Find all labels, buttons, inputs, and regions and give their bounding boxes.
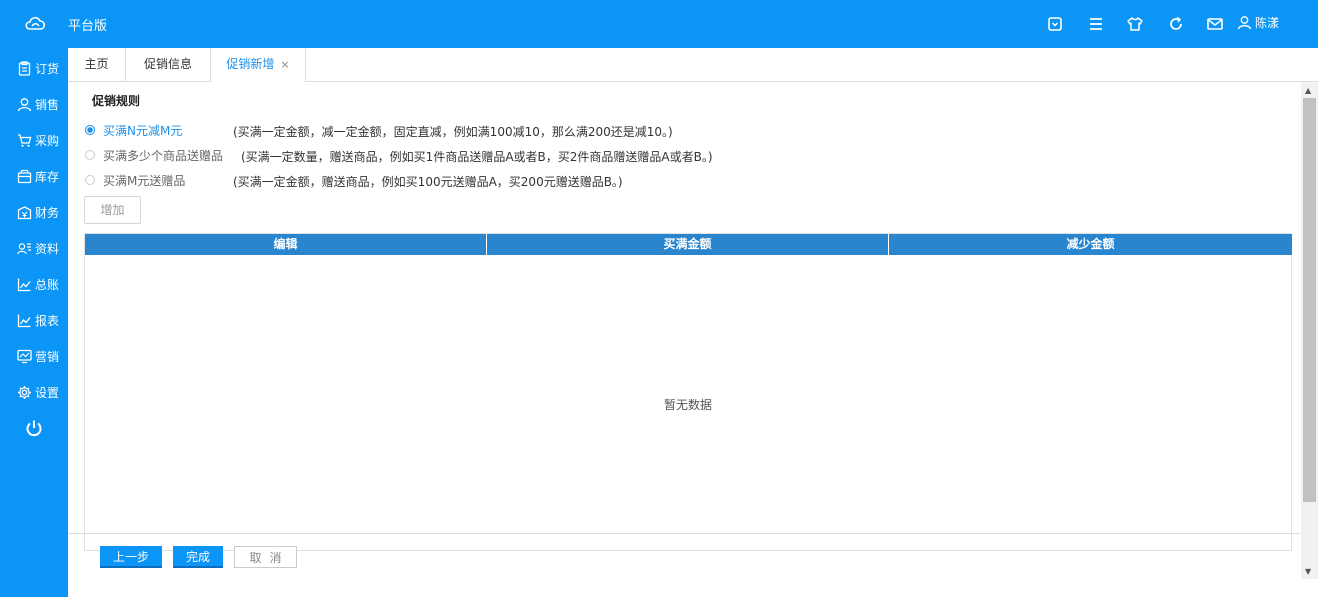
sidebar-item-label: 总账 [35,277,60,292]
sidebar-item-order[interactable]: 订货 [17,58,59,78]
report-chart-icon [17,314,31,327]
sidebar-item-label: 订货 [35,61,60,76]
gear-icon [18,385,31,399]
column-header[interactable]: 买满金额 [487,234,889,255]
scroll-down-icon[interactable]: ▼ [1305,567,1311,576]
ledger-chart-icon [17,278,31,291]
option-label: 买满M元送赠品 [103,173,186,188]
user-menu[interactable]: 陈漾 [1237,14,1279,31]
sidebar-item-label: 财务 [35,205,60,220]
section-title: 促销规则 [92,94,141,108]
prev-step-button[interactable]: 上一步 [100,546,162,568]
radio-button[interactable] [85,125,95,135]
order-doc-icon [18,60,31,76]
cloud-logo-icon [25,16,46,30]
sidebar-item-label: 营销 [35,349,60,364]
brand-title: 平台版 [68,19,108,34]
dropdown-box-icon[interactable] [1046,15,1064,33]
tab-promo-new[interactable]: 促销新增 × [211,48,306,82]
sidebar-item-settings[interactable]: 设置 [17,382,59,402]
sidebar-item-profile[interactable]: 资料 [17,238,59,258]
scroll-thumb[interactable] [1303,98,1316,502]
sidebar-item-label: 报表 [35,313,60,328]
radio-button[interactable] [85,150,95,160]
user-icon [1237,16,1252,30]
option-description: (买满一定金额，赠送商品，例如买100元送赠品A，买200元赠送赠品B。) [233,175,623,189]
sidebar-item-sales[interactable]: 销售 [17,94,59,114]
tab-home[interactable]: 主页 [68,48,126,81]
tab-label: 主页 [84,57,109,71]
sidebar-item-label: 设置 [35,385,60,400]
tab-label: 促销新增 [226,57,275,71]
profile-card-icon [17,242,31,254]
mail-icon[interactable] [1206,15,1224,33]
column-header[interactable]: 减少金额 [889,234,1292,255]
tab-label: 促销信息 [143,57,192,71]
sidebar-item-finance[interactable]: 财务 [17,202,59,222]
rules-table: 编辑 买满金额 减少金额 暂无数据 [84,233,1292,551]
promo-option-3[interactable]: 买满M元送赠品 [85,171,185,189]
cart-icon [18,133,32,147]
finish-button[interactable]: 完成 [173,546,223,568]
sidebar-item-inventory[interactable]: 库存 [17,166,59,186]
option-description: (买满一定数量，赠送商品，例如买1件商品送赠品A或者B，买2件商品赠送赠品A或者… [241,150,713,164]
sidebar: 订货 销售 采购 库存 财务 资料 总账 报表 营销 设置 [0,48,68,597]
tab-promo-info[interactable]: 促销信息 [126,48,211,81]
finance-icon [17,205,32,219]
menu-icon[interactable] [1087,15,1105,33]
marketing-monitor-icon [17,349,32,363]
shirt-icon[interactable] [1126,15,1144,33]
tab-close-icon[interactable]: × [280,58,289,71]
tab-bar: 主页 促销信息 促销新增 × [68,48,1318,82]
sidebar-item-report[interactable]: 报表 [17,310,59,330]
sidebar-item-purchase[interactable]: 采购 [17,130,59,150]
option-label: 买满多少个商品送赠品 [103,148,224,163]
refresh-icon[interactable] [1167,15,1185,33]
sidebar-item-marketing[interactable]: 营销 [17,346,59,366]
promo-option-1[interactable]: 买满N元减M元 [85,121,182,139]
sidebar-item-label: 库存 [35,169,60,184]
sidebar-item-ledger[interactable]: 总账 [17,274,59,294]
column-header[interactable]: 编辑 [85,234,487,255]
scroll-up-icon[interactable]: ▲ [1305,86,1311,95]
divider [68,533,1300,534]
sidebar-item-label: 资料 [35,241,60,256]
sales-person-icon [17,97,32,111]
radio-button[interactable] [85,175,95,185]
option-label: 买满N元减M元 [103,123,183,138]
sidebar-item-label: 销售 [35,97,60,112]
top-bar: 平台版 陈漾 [0,0,1318,48]
promo-option-2[interactable]: 买满多少个商品送赠品 [85,146,223,164]
cancel-button[interactable]: 取消 [234,546,297,568]
user-name: 陈漾 [1255,16,1280,30]
add-button[interactable]: 增加 [84,196,141,224]
empty-message: 暂无数据 [663,398,712,412]
power-icon[interactable] [25,419,43,437]
table-header: 编辑 买满金额 减少金额 [85,234,1292,255]
sidebar-item-label: 采购 [35,133,60,148]
inventory-box-icon [17,169,32,183]
option-description: (买满一定金额，减一定金额，固定直减，例如满100减10，那么满200还是减10… [233,125,673,139]
